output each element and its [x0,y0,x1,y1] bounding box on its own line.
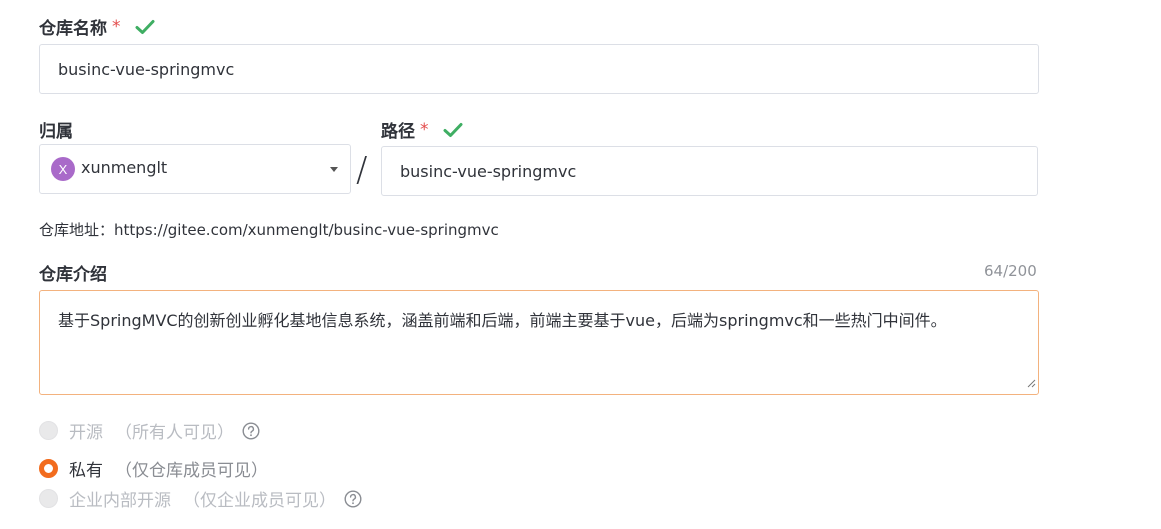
resize-grip-icon[interactable] [1026,373,1036,392]
radio-label: 企业内部开源 [69,491,171,511]
help-circle-icon[interactable] [242,421,260,440]
description-label: 仓库介绍 [39,260,107,285]
radio-label: 私有 [69,461,103,481]
required-mark: * [112,16,121,37]
repo-url-label: 仓库地址： [39,221,115,239]
radio-button[interactable] [39,489,58,508]
visibility-option-private[interactable]: 私有 （仅仓库成员可见） [39,456,268,481]
owner-label: 归属 [39,117,73,142]
path-label-text: 路径 [381,122,415,142]
owner-value: xunmenglt [81,157,168,177]
radio-note: （仅企业成员可见） [183,491,336,511]
check-icon [135,19,155,35]
repo-name-label-text: 仓库名称 [39,19,107,39]
description-label-text: 仓库介绍 [39,265,107,285]
radio-label: 开源 [69,423,103,443]
repo-name-input[interactable]: businc-vue-springmvc [39,44,1039,94]
avatar: X [51,157,75,181]
radio-button[interactable] [39,459,58,478]
description-textarea[interactable]: 基于SpringMVC的创新创业孵化基地信息系统，涵盖前端和后端，前端主要基于v… [39,290,1039,395]
radio-note: （仅仓库成员可见） [115,461,268,481]
radio-button[interactable] [39,421,58,440]
check-icon [443,122,463,138]
description-value: 基于SpringMVC的创新创业孵化基地信息系统，涵盖前端和后端，前端主要基于v… [58,311,947,330]
repo-url: 仓库地址：https://gitee.com/xunmenglt/businc-… [39,219,499,240]
description-counter: 64/200 [984,262,1037,280]
owner-select[interactable]: X xunmenglt [39,144,351,194]
radio-note: （所有人可见） [115,423,234,443]
repo-name-value: businc-vue-springmvc [58,59,235,79]
chevron-down-icon [330,167,338,172]
path-input[interactable]: businc-vue-springmvc [381,146,1038,196]
path-label: 路径 * [381,117,463,142]
create-repo-form: 仓库名称 * businc-vue-springmvc 归属 X xunmeng… [0,0,1161,529]
required-mark: * [420,119,429,140]
owner-label-text: 归属 [39,122,73,142]
path-value: businc-vue-springmvc [400,161,577,181]
path-separator: / [356,150,368,190]
repo-url-value: https://gitee.com/xunmenglt/businc-vue-s… [114,221,499,239]
visibility-option-enterprise[interactable]: 企业内部开源 （仅企业成员可见） [39,486,362,511]
help-circle-icon[interactable] [344,489,362,508]
repo-name-label: 仓库名称 * [39,14,155,39]
visibility-option-open-source[interactable]: 开源 （所有人可见） [39,418,260,443]
